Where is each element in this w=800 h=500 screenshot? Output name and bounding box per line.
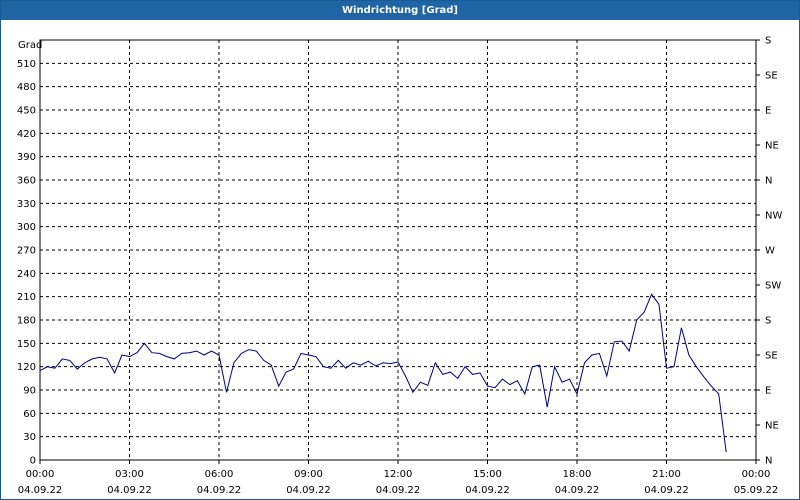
right-tick-label: E	[765, 106, 771, 117]
y-tick-label: 120	[17, 362, 36, 373]
right-tick-label: NE	[765, 421, 779, 432]
x-tick-time: 00:00	[742, 469, 771, 480]
y-tick-label: 360	[17, 176, 36, 187]
right-tick-label: N	[765, 456, 772, 467]
y-tick-label: 60	[23, 409, 36, 420]
x-tick-time: 12:00	[384, 469, 413, 480]
x-tick-date: 04.09.22	[465, 485, 510, 496]
y-tick-label: 0	[30, 456, 36, 467]
x-tick-date: 04.09.22	[644, 485, 689, 496]
right-tick-label: W	[765, 246, 775, 257]
x-tick-time: 09:00	[294, 469, 323, 480]
y-tick-label: 450	[17, 106, 36, 117]
x-tick-time: 18:00	[563, 469, 592, 480]
y-tick-label: 390	[17, 152, 36, 163]
x-tick-date: 04.09.22	[197, 485, 242, 496]
y-axis-label: Grad	[18, 40, 42, 51]
y-axis: 0 30 60 90 120 150 180 210 240 270 300 330 360 390 420…	[17, 59, 36, 467]
x-tick-time: 03:00	[115, 469, 144, 480]
right-tick-label: E	[765, 386, 771, 397]
wind-direction-chart: 0 30 60 90 120 150 180 210 240 270 300 330 360 390 420…	[17, 36, 783, 497]
y-tick-label: 480	[17, 82, 36, 93]
y-tick-label: 300	[17, 222, 36, 233]
y-tick-label: 270	[17, 246, 36, 257]
right-tick-label: NE	[765, 141, 779, 152]
x-tick-date: 04.09.22	[376, 485, 421, 496]
right-tick-label: SW	[765, 281, 781, 292]
right-tick-label: N	[765, 176, 772, 187]
right-tick-label: SE	[765, 351, 778, 362]
x-tick-time: 00:00	[26, 469, 55, 480]
y-tick-label: 30	[23, 432, 36, 443]
right-tick-label: SE	[765, 71, 778, 82]
y-tick-label: 150	[17, 339, 36, 350]
right-tick-label: NW	[765, 211, 782, 222]
y-tick-label: 90	[23, 386, 36, 397]
y-tick-label: 240	[17, 269, 36, 280]
x-tick-date: 04.09.22	[286, 485, 331, 496]
y-tick-label: 420	[17, 129, 36, 140]
y-tick-label: 210	[17, 292, 36, 303]
right-tick-label: S	[765, 316, 771, 327]
x-tick-date: 04.09.22	[555, 485, 600, 496]
y-tick-label: 330	[17, 199, 36, 210]
x-tick-time: 21:00	[652, 469, 681, 480]
x-tick-date: 04.09.22	[18, 485, 63, 496]
x-tick-date: 05.09.22	[734, 485, 779, 496]
y-tick-label: 180	[17, 316, 36, 327]
x-tick-time: 06:00	[205, 469, 234, 480]
right-tick-label: S	[765, 36, 771, 47]
x-tick-time: 15:00	[473, 469, 502, 480]
y-tick-label: 510	[17, 59, 36, 70]
x-axis: 00:00 04.09.22 03:00 04.09.22 06:00 04.09.22 0…	[18, 460, 779, 496]
right-axis: N NE E SE S SW W NW N NE E SE S	[756, 36, 782, 467]
x-tick-date: 04.09.22	[107, 485, 152, 496]
